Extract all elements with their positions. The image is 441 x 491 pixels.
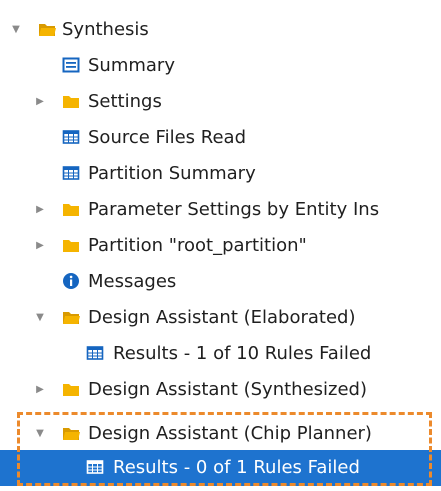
- tree-item-label: Partition Summary: [88, 163, 256, 184]
- tree-item-label: Partition "root_partition": [88, 235, 307, 256]
- info-icon: [63, 273, 79, 289]
- summary-icon: [62, 57, 80, 73]
- tree-item-label: Messages: [88, 271, 177, 292]
- table-icon: [86, 460, 104, 474]
- chevron-down-icon[interactable]: ▼: [33, 311, 47, 325]
- chevron-right-icon[interactable]: ▶: [33, 95, 47, 109]
- chevron-down-icon[interactable]: ▼: [33, 427, 47, 441]
- tree-item-label: Source Files Read: [88, 127, 246, 148]
- tree-item-partition-summary[interactable]: Partition Summary: [0, 156, 441, 192]
- tree-item-label: Synthesis: [62, 19, 149, 40]
- folder-open-icon: [39, 24, 56, 36]
- table-icon: [62, 166, 80, 180]
- folder-open-icon: [63, 312, 80, 324]
- folder-icon: [63, 204, 79, 216]
- tree-item-da-chip-planner[interactable]: ▼ Design Assistant (Chip Planner): [0, 416, 441, 452]
- table-icon: [86, 346, 104, 360]
- tree-item-summary[interactable]: Summary: [0, 48, 441, 84]
- tree-item-messages[interactable]: Messages: [0, 264, 441, 300]
- tree-item-label: Design Assistant (Elaborated): [88, 307, 356, 328]
- chevron-right-icon[interactable]: ▶: [33, 203, 47, 217]
- tree-item-synthesis[interactable]: ▼ Synthesis: [0, 12, 441, 48]
- chevron-right-icon[interactable]: ▶: [33, 239, 47, 253]
- tree-item-label: Summary: [88, 55, 175, 76]
- tree-item-label: Settings: [88, 91, 162, 112]
- tree-item-source-files-read[interactable]: Source Files Read: [0, 120, 441, 156]
- tree-item-label: Results - 1 of 10 Rules Failed: [113, 343, 372, 364]
- tree-item-label: Design Assistant (Chip Planner): [88, 423, 372, 444]
- chevron-right-icon[interactable]: ▶: [33, 383, 47, 397]
- chevron-down-icon[interactable]: ▼: [9, 23, 23, 37]
- folder-icon: [63, 96, 79, 108]
- folder-icon: [63, 240, 79, 252]
- report-tree: ▼ Synthesis Summary ▶ Settings Source Fi…: [0, 0, 441, 491]
- tree-item-parameter-settings[interactable]: ▶ Parameter Settings by Entity Ins: [0, 192, 441, 228]
- tree-item-label: Design Assistant (Synthesized): [88, 379, 367, 400]
- folder-icon: [63, 384, 79, 396]
- tree-item-partition-root[interactable]: ▶ Partition "root_partition": [0, 228, 441, 264]
- tree-item-da-elaborated[interactable]: ▼ Design Assistant (Elaborated): [0, 300, 441, 336]
- table-icon: [62, 130, 80, 144]
- tree-item-label: Results - 0 of 1 Rules Failed: [113, 457, 360, 478]
- tree-item-label: Parameter Settings by Entity Ins: [88, 199, 380, 220]
- tree-item-settings[interactable]: ▶ Settings: [0, 84, 441, 120]
- folder-open-icon: [63, 428, 80, 440]
- tree-item-da-chip-planner-results[interactable]: Results - 0 of 1 Rules Failed: [0, 450, 441, 486]
- tree-item-da-synthesized[interactable]: ▶ Design Assistant (Synthesized): [0, 372, 441, 408]
- tree-item-da-elaborated-results[interactable]: Results - 1 of 10 Rules Failed: [0, 336, 441, 372]
